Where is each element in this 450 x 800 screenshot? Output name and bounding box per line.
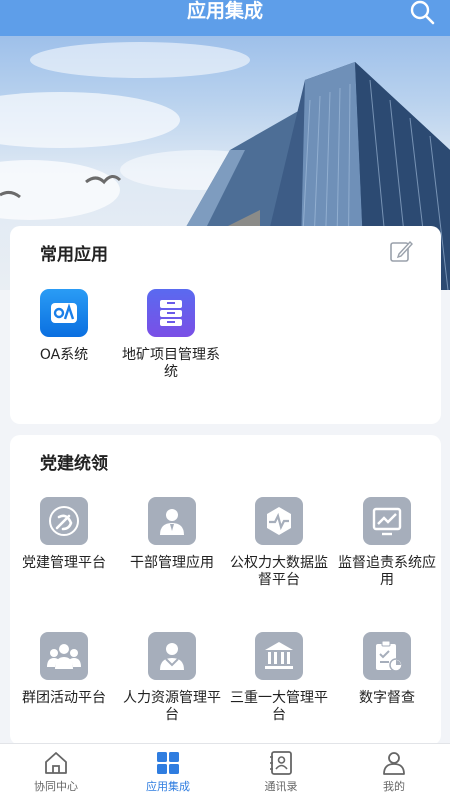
- tab-app-integration[interactable]: 应用集成: [112, 744, 224, 800]
- screen-chart-icon: [363, 497, 411, 545]
- party-apps-title: 党建统领: [40, 454, 108, 474]
- app-label: 三重一大管理平台: [230, 690, 328, 723]
- grid-icon: [157, 752, 179, 774]
- common-apps-card: 常用应用 OA系统 地矿项目管理系统: [10, 226, 441, 424]
- tab-label: 应用集成: [146, 780, 190, 793]
- page-title: 应用集成: [186, 0, 263, 22]
- monitor-pulse-icon: [255, 497, 303, 545]
- tab-collaboration-center[interactable]: 协同中心: [0, 744, 112, 800]
- hr-person-icon: [148, 632, 196, 680]
- tab-mine[interactable]: 我的: [338, 744, 450, 800]
- app-label: 干部管理应用: [130, 555, 214, 571]
- app-project-management[interactable]: 地矿项目管理系统: [117, 289, 225, 381]
- top-header: 应用集成: [0, 0, 450, 36]
- app-label: 群团活动平台: [22, 690, 106, 706]
- app-party-management[interactable]: 党建管理平台: [10, 497, 118, 572]
- project-management-icon: [147, 289, 195, 337]
- app-supervision-accountability[interactable]: 监督追责系统应用: [333, 497, 441, 589]
- app-group-activities[interactable]: 群团活动平台: [10, 632, 118, 707]
- oa-icon: [40, 289, 88, 337]
- home-icon: [45, 752, 67, 774]
- cadre-person-icon: [148, 497, 196, 545]
- app-label: 数字督查: [359, 690, 415, 706]
- app-label: OA系统: [39, 347, 89, 363]
- contacts-icon: [270, 751, 292, 775]
- edit-icon[interactable]: [389, 239, 413, 263]
- bottom-tab-bar: 协同中心 应用集成 通讯录 我的: [0, 743, 450, 800]
- party-apps-card: 党建统领 党建管理平台 干部管理应用 公权力大数据监督平台 监督追责系统应用 群…: [10, 435, 441, 745]
- app-label: 地矿项目管理系统: [122, 347, 220, 380]
- app-digital-inspection[interactable]: 数字督查: [333, 632, 441, 707]
- tab-label: 通讯录: [264, 780, 298, 793]
- clipboard-check-icon: [363, 632, 411, 680]
- tab-contacts[interactable]: 通讯录: [225, 744, 337, 800]
- app-label: 人力资源管理平台: [123, 690, 221, 723]
- app-label: 公权力大数据监督平台: [230, 555, 328, 588]
- common-apps-title: 常用应用: [40, 245, 108, 265]
- app-hr-management[interactable]: 人力资源管理平台: [118, 632, 226, 724]
- party-emblem-icon: [40, 497, 88, 545]
- app-triple-one-management[interactable]: 三重一大管理平台: [225, 632, 333, 724]
- app-label: 党建管理平台: [22, 555, 106, 571]
- tab-label: 我的: [383, 780, 405, 793]
- app-public-power-monitor[interactable]: 公权力大数据监督平台: [225, 497, 333, 589]
- tab-label: 协同中心: [34, 780, 78, 793]
- app-oa-system[interactable]: OA系统: [10, 289, 118, 364]
- app-cadre-management[interactable]: 干部管理应用: [118, 497, 226, 572]
- search-icon[interactable]: [408, 0, 436, 26]
- group-people-icon: [40, 632, 88, 680]
- user-icon: [383, 752, 405, 775]
- building-icon: [255, 632, 303, 680]
- app-label: 监督追责系统应用: [338, 555, 436, 588]
